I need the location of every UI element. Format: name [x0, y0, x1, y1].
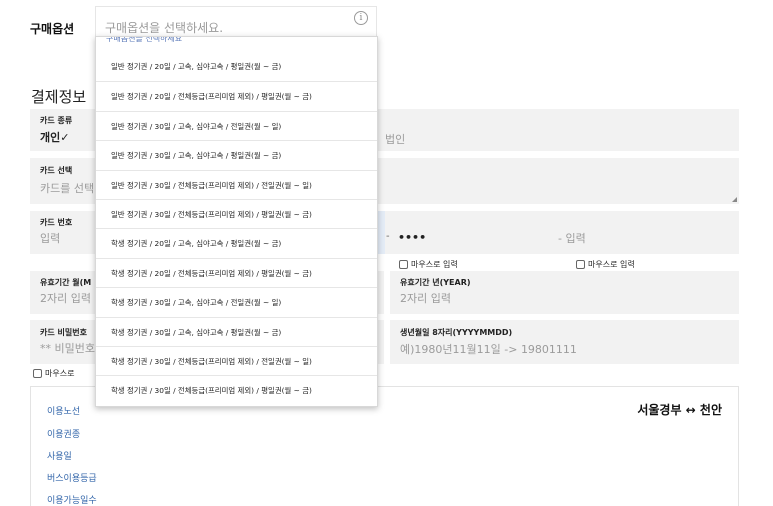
checkbox-icon[interactable]: [33, 369, 42, 378]
info-link-ticket-type[interactable]: 이용권종: [47, 427, 80, 440]
birth-date-placeholder: 예)1980년11월11일 -> 19801111: [400, 343, 577, 356]
dropdown-option[interactable]: 학생 정기권 / 30일 / 고속, 심야고속 / 전일권(월 ~ 일): [96, 287, 377, 316]
purchase-option-placeholder: 구매옵션을 선택하세요.: [105, 21, 224, 35]
dropdown-list: 일반 정기권 / 20일 / 고속, 심야고속 / 평일권(월 ~ 금) 일반 …: [96, 52, 377, 405]
mouse-input-label-2: 마우스로 입력: [588, 260, 635, 269]
birth-date-label: 생년월일 8자리(YYYYMMDD): [400, 328, 513, 337]
info-icon[interactable]: i: [354, 11, 368, 25]
birth-date-field[interactable]: 생년월일 8자리(YYYYMMDD) 예)1980년11월11일 -> 1980…: [390, 320, 739, 364]
mouse-input-checkbox-1[interactable]: 마우스로 입력: [399, 259, 458, 270]
purchase-option-label: 구매옵션: [30, 22, 75, 36]
card-type-personal-option[interactable]: 개인✓: [40, 129, 69, 145]
card-select-placeholder: 카드를 선택: [40, 182, 95, 195]
info-link-use-date[interactable]: 사용일: [47, 449, 72, 462]
card-type-label: 카드 종류: [40, 116, 73, 125]
dropdown-option[interactable]: 일반 정기권 / 30일 / 전체등급(프리미엄 제외) / 평일권(월 ~ 금…: [96, 198, 377, 228]
card-select-label: 카드 선택: [40, 166, 73, 175]
dropdown-option[interactable]: 학생 정기권 / 20일 / 고속, 심야고속 / 평일권(월 ~ 금): [96, 228, 377, 257]
payment-section-title: 결제정보: [31, 88, 87, 106]
card-number-dash: -: [386, 231, 390, 242]
dropdown-option[interactable]: 일반 정기권 / 20일 / 고속, 심야고속 / 평일권(월 ~ 금): [96, 52, 377, 81]
card-type-corporate-option[interactable]: 법인: [385, 131, 405, 147]
card-number-input-1[interactable]: 입력: [40, 230, 60, 246]
expiry-year-label: 유효기간 년(YEAR): [400, 278, 471, 287]
card-number-label: 카드 번호: [40, 218, 73, 227]
mouse-input-checkbox-2[interactable]: 마우스로 입력: [576, 259, 635, 270]
dropdown-option[interactable]: 학생 정기권 / 20일 / 전체등급(프리미엄 제외) / 평일권(월 ~ 금…: [96, 257, 377, 287]
expiry-month-placeholder: 2자리 입력: [40, 292, 91, 305]
checkbox-icon[interactable]: [399, 260, 408, 269]
purchase-option-dropdown[interactable]: 구매옵션을 선택하세요 일반 정기권 / 20일 / 고속, 심야고속 / 평일…: [95, 36, 378, 407]
dropdown-option[interactable]: 일반 정기권 / 30일 / 고속, 심야고속 / 평일권(월 ~ 금): [96, 140, 377, 169]
dropdown-option[interactable]: 학생 정기권 / 30일 / 전체등급(프리미엄 제외) / 전일권(월 ~ 일…: [96, 345, 377, 375]
dropdown-option[interactable]: 일반 정기권 / 30일 / 고속, 심야고속 / 전일권(월 ~ 일): [96, 110, 377, 140]
card-password-label: 카드 비밀번호: [40, 328, 87, 337]
route-title: 서울경부 ↔ 천안: [637, 403, 722, 417]
info-link-available-days[interactable]: 이용가능일수: [47, 493, 97, 506]
checkbox-icon[interactable]: [576, 260, 585, 269]
info-link-route[interactable]: 이용노선: [47, 404, 80, 417]
info-link-bus-grade[interactable]: 버스이용등급: [47, 471, 97, 484]
dropdown-option[interactable]: 학생 정기권 / 30일 / 전체등급(프리미엄 제외) / 평일권(월 ~ 금…: [96, 375, 377, 404]
expiry-year-field[interactable]: 유효기간 년(YEAR) 2자리 입력: [390, 271, 739, 314]
expiry-year-placeholder: 2자리 입력: [400, 292, 451, 305]
card-password-placeholder: ** 비밀번호: [40, 342, 95, 355]
mouse-input-checkbox-3[interactable]: 마우스로: [33, 368, 74, 379]
card-number-divider: [378, 211, 385, 254]
mouse-input-label-1: 마우스로 입력: [411, 260, 458, 269]
expiry-month-label: 유효기간 월(M: [40, 278, 92, 287]
resize-handle-icon[interactable]: [732, 197, 737, 202]
dropdown-option[interactable]: 학생 정기권 / 30일 / 고속, 심야고속 / 평일권(월 ~ 금): [96, 316, 377, 346]
dropdown-option[interactable]: 일반 정기권 / 20일 / 전체등급(프리미엄 제외) / 평일권(월 ~ 금…: [96, 81, 377, 110]
card-number-input-4[interactable]: - 입력: [558, 230, 586, 246]
mouse-input-label-3: 마우스로: [45, 369, 75, 378]
card-number-input-3[interactable]: ••••: [398, 231, 426, 244]
dropdown-partial-item[interactable]: 구매옵션을 선택하세요: [106, 37, 182, 44]
dropdown-option[interactable]: 일반 정기권 / 30일 / 전체등급(프리미엄 제외) / 전일권(월 ~ 일…: [96, 169, 377, 199]
